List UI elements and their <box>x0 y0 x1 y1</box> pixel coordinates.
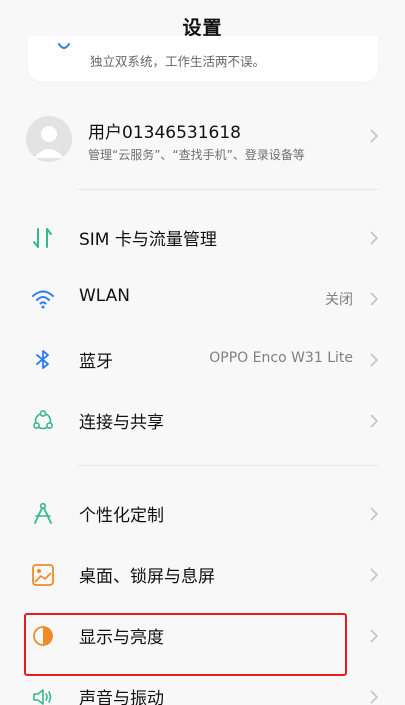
bluetooth-icon <box>36 350 49 369</box>
wifi-icon <box>32 290 54 309</box>
chevron-right-icon <box>370 231 379 245</box>
user-avatar-icon <box>34 126 64 158</box>
highlight-box <box>24 613 347 676</box>
chevron-right-icon <box>370 690 379 704</box>
chevron-right-icon <box>370 568 379 582</box>
chevron-right-icon <box>370 507 379 521</box>
dual-system-icon <box>58 43 70 49</box>
divider <box>78 189 378 190</box>
chevron-right-icon <box>370 353 379 367</box>
settings-item-connection-share[interactable]: 连接与共享 <box>0 391 405 449</box>
avatar <box>26 116 72 162</box>
settings-item-label: 连接与共享 <box>79 413 164 433</box>
settings-item-label: WLAN <box>79 286 131 306</box>
settings-item-label: 声音与振动 <box>79 689 164 705</box>
settings-item-label: SIM 卡与流量管理 <box>79 230 217 250</box>
settings-item-value: 关闭 <box>325 292 353 308</box>
settings-item-wlan[interactable]: WLAN 关闭 <box>0 269 405 327</box>
connection-share-icon <box>33 410 53 430</box>
account-subtitle: 管理“云服务”、“查找手机”、登录设备等 <box>88 148 305 162</box>
settings-page: 设置 独立双系统，工作生活两不误。 用户01346531618 管理“云服务”、… <box>0 0 405 705</box>
settings-item-wallpaper[interactable]: 桌面、锁屏与息屏 <box>0 545 405 603</box>
settings-item-label: 桌面、锁屏与息屏 <box>79 567 215 587</box>
sim-data-icon <box>33 228 52 248</box>
settings-item-personalize[interactable]: 个性化定制 <box>0 484 405 542</box>
personalize-icon <box>34 502 52 524</box>
settings-item-label: 蓝牙 <box>79 352 113 372</box>
chevron-right-icon <box>370 129 379 143</box>
account-row[interactable]: 用户01346531618 管理“云服务”、“查找手机”、登录设备等 <box>0 106 405 176</box>
dual-system-card[interactable]: 独立双系统，工作生活两不误。 <box>28 36 378 82</box>
sound-icon <box>33 689 52 705</box>
settings-item-bluetooth[interactable]: 蓝牙 OPPO Enco W31 Lite <box>0 330 405 388</box>
dual-system-text: 独立双系统，工作生活两不误。 <box>90 54 266 69</box>
wallpaper-icon <box>32 564 54 586</box>
account-name: 用户01346531618 <box>88 123 241 143</box>
settings-item-label: 个性化定制 <box>79 506 164 526</box>
chevron-right-icon <box>370 414 379 428</box>
chevron-right-icon <box>370 292 379 306</box>
chevron-right-icon <box>370 629 379 643</box>
settings-item-sim[interactable]: SIM 卡与流量管理 <box>0 208 405 266</box>
divider <box>78 465 378 466</box>
settings-item-value: OPPO Enco W31 Lite <box>209 350 353 366</box>
